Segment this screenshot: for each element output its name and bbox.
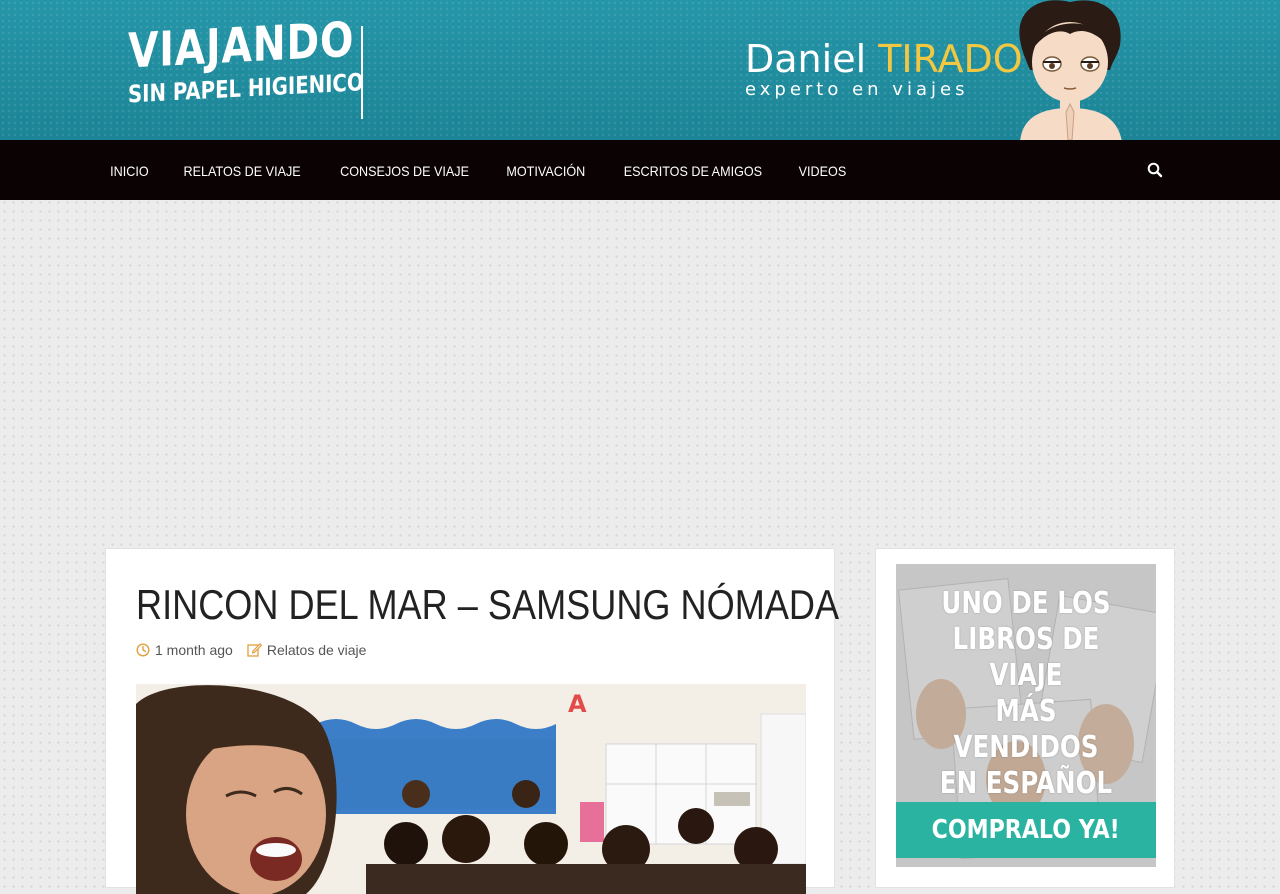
buy-now-button[interactable]: COMPRALO YA! — [896, 802, 1156, 858]
nav-item-inicio[interactable]: INICIO — [98, 140, 160, 200]
author-brand: Daniel TIRADO experto en viajes — [745, 38, 1023, 100]
promo-line-3: MÁS VENDIDOS — [953, 694, 1099, 765]
post-category-link[interactable]: Relatos de viaje — [267, 642, 367, 658]
main-navigation: INICIO RELATOS DE VIAJE CONSEJOS DE VIAJ… — [0, 140, 1280, 200]
promo-line-2: LIBROS DE VIAJE — [952, 622, 1100, 693]
site-logo[interactable]: VIAJANDO SIN PAPEL HIGIENICO — [128, 10, 415, 109]
author-first-name: Daniel — [745, 37, 867, 81]
cartoon-character-illustration — [1019, 0, 1122, 140]
logo-divider — [361, 26, 363, 119]
header-banner: VIAJANDO SIN PAPEL HIGIENICO Daniel TIRA… — [0, 0, 1280, 140]
book-promo-banner[interactable]: UNO DE LOS LIBROS DE VIAJE MÁS VENDIDOS … — [896, 564, 1156, 867]
article-title[interactable]: RINCON DEL MAR – SAMSUNG NÓMADA — [136, 581, 839, 629]
search-icon[interactable] — [1146, 161, 1164, 179]
author-tagline: experto en viajes — [745, 79, 969, 100]
featured-image[interactable]: A — [136, 684, 806, 894]
author-name: Daniel TIRADO — [745, 38, 1023, 80]
post-date: 1 month ago — [136, 642, 233, 658]
nav-menu: INICIO RELATOS DE VIAJE CONSEJOS DE VIAJ… — [95, 140, 861, 200]
nav-item-videos[interactable]: VIDEOS — [787, 140, 858, 200]
nav-item-motivacion[interactable]: MOTIVACIÓN — [495, 140, 597, 200]
nav-item-escritos-de-amigos[interactable]: ESCRITOS DE AMIGOS — [612, 140, 774, 200]
logo-line-1: VIAJANDO — [128, 11, 355, 80]
post-category[interactable]: Relatos de viaje — [247, 642, 367, 658]
nav-item-relatos-de-viaje[interactable]: RELATOS DE VIAJE — [172, 140, 313, 200]
article-card: RINCON DEL MAR – SAMSUNG NÓMADA 1 month … — [105, 548, 839, 894]
clock-icon — [136, 643, 150, 657]
promo-line-1: UNO DE LOS — [941, 586, 1111, 621]
article-meta: 1 month ago Relatos de viaje — [136, 642, 380, 658]
sidebar: UNO DE LOS LIBROS DE VIAJE MÁS VENDIDOS … — [875, 548, 1175, 888]
buy-now-label: COMPRALO YA! — [931, 815, 1121, 845]
svg-text:A: A — [568, 690, 587, 718]
edit-icon — [247, 643, 262, 657]
nav-item-consejos-de-viaje[interactable]: CONSEJOS DE VIAJE — [328, 140, 480, 200]
promo-line-4: EN ESPAÑOL — [939, 766, 1113, 801]
post-date-text: 1 month ago — [155, 642, 233, 658]
promo-headline: UNO DE LOS LIBROS DE VIAJE MÁS VENDIDOS … — [896, 586, 1156, 802]
